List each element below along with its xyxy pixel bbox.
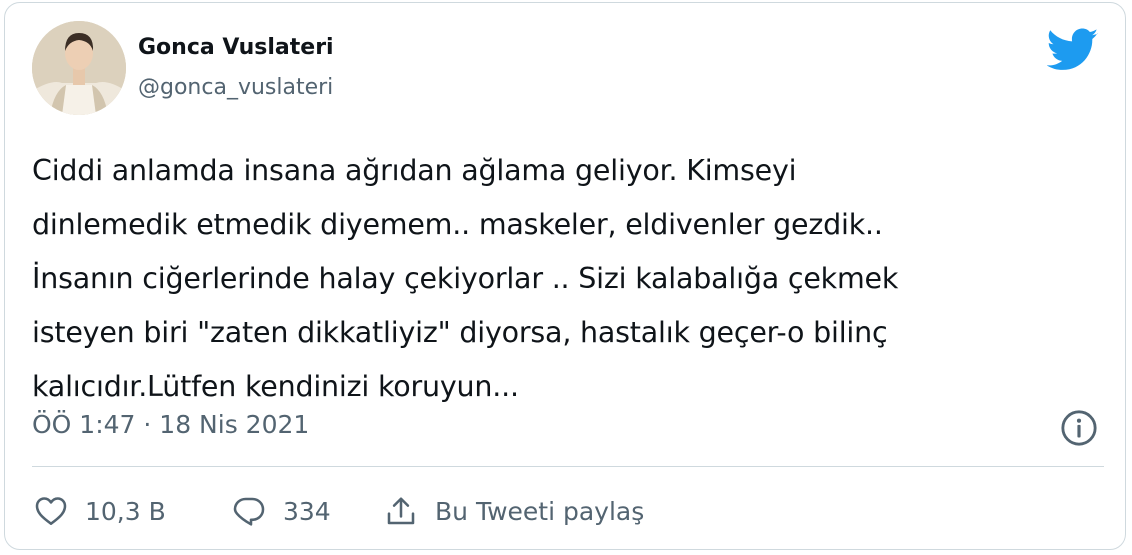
share-label: Bu Tweeti paylaş bbox=[435, 496, 645, 526]
avatar[interactable] bbox=[32, 21, 126, 115]
like-count: 10,3 B bbox=[85, 496, 166, 526]
reply-count: 334 bbox=[283, 496, 331, 526]
heart-icon bbox=[35, 497, 67, 525]
divider bbox=[32, 466, 1104, 467]
share-icon bbox=[387, 497, 415, 525]
share-button[interactable]: Bu Tweeti paylaş bbox=[385, 489, 644, 533]
tweet-timestamp[interactable]: ÖÖ 1:47 · 18 Nis 2021 bbox=[32, 410, 309, 439]
twitter-bird-icon[interactable] bbox=[1047, 28, 1099, 72]
info-icon[interactable] bbox=[1060, 409, 1098, 447]
author-handle[interactable]: @gonca_vuslateri bbox=[138, 75, 333, 100]
author-name[interactable]: Gonca Vuslateri bbox=[138, 35, 334, 60]
like-button[interactable]: 10,3 B bbox=[35, 489, 166, 533]
tweet-card[interactable]: Gonca Vuslateri @gonca_vuslateri Ciddi a… bbox=[4, 2, 1126, 550]
reply-button[interactable]: 334 bbox=[233, 489, 331, 533]
tweet-text: Ciddi anlamda insana ağrıdan ağlama geli… bbox=[32, 154, 899, 403]
reply-bubble-icon bbox=[233, 497, 265, 526]
